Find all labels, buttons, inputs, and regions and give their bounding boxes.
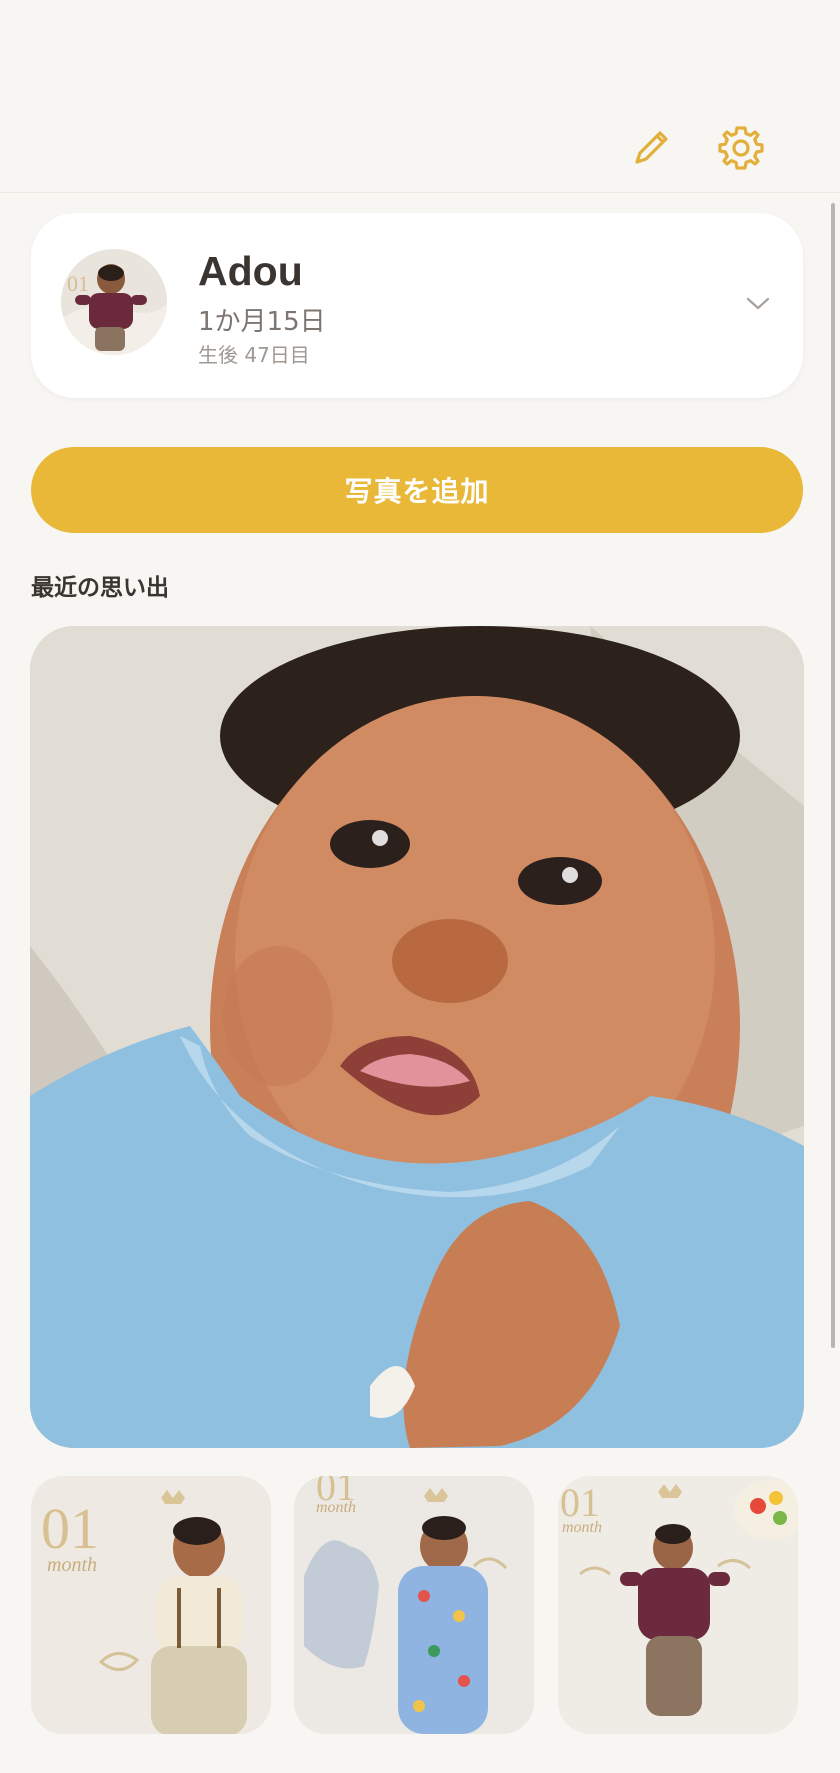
thumbnail-3-month-label: month	[562, 1519, 602, 1536]
add-photo-label: 写真を追加	[344, 475, 490, 508]
thumbnail-1-month-label: month	[47, 1554, 97, 1576]
gear-icon	[718, 126, 764, 170]
featured-photo[interactable]	[30, 626, 804, 1448]
scrollbar[interactable]	[831, 203, 835, 1348]
memory-thumbnail-1[interactable]: 01 month	[31, 1476, 271, 1734]
profile-card[interactable]: 01 Adou 1か月15日 生後 47日目	[31, 213, 803, 398]
edit-button[interactable]	[623, 120, 679, 176]
avatar[interactable]: 01	[61, 249, 167, 355]
add-photo-button[interactable]: 写真を追加	[31, 447, 803, 533]
recent-memories-heading: 最近の思い出	[31, 575, 169, 601]
memory-thumbnail-3[interactable]: 01 month	[558, 1476, 798, 1734]
child-name: Adou	[198, 248, 303, 294]
thumbnail-1-month-number: 01	[41, 1496, 99, 1561]
days-since-birth: 生後 47日目	[198, 343, 310, 367]
settings-button[interactable]	[713, 120, 769, 176]
top-bar	[0, 0, 840, 193]
svg-text:01: 01	[67, 271, 89, 296]
thumbnail-2-month-label: month	[316, 1499, 356, 1516]
memory-thumbnail-2[interactable]: 01 month	[294, 1476, 534, 1734]
pencil-icon	[635, 131, 668, 164]
child-age: 1か月15日	[198, 307, 326, 337]
chevron-down-icon[interactable]	[745, 293, 771, 313]
